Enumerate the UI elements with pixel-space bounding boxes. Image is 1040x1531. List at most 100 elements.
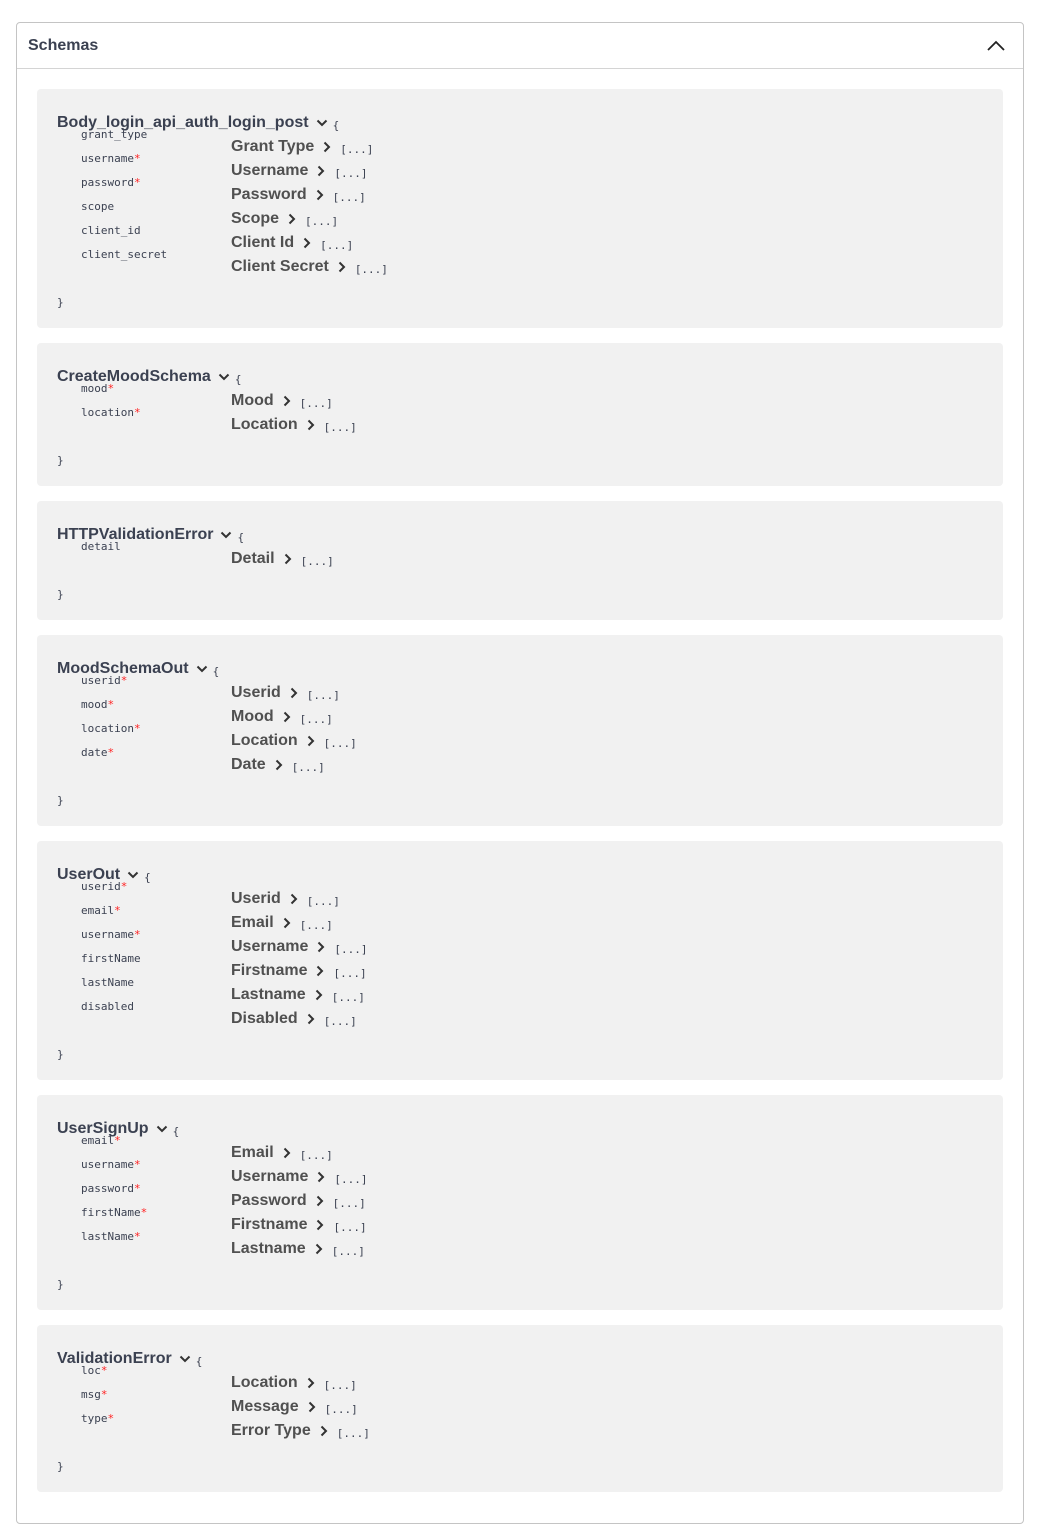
model-block: Body_login_api_auth_login_post{grant_typ… <box>37 89 1003 328</box>
expand-property-button[interactable] <box>304 418 318 432</box>
property-ellipsis[interactable]: [...] <box>324 421 357 434</box>
property-ellipsis[interactable]: [...] <box>307 895 340 908</box>
expand-property-button[interactable] <box>314 1170 328 1184</box>
expand-property-button[interactable] <box>287 686 301 700</box>
property-key-label: email <box>81 904 115 917</box>
property-ellipsis[interactable]: [...] <box>305 215 338 228</box>
expand-property-button[interactable] <box>287 892 301 906</box>
property-ellipsis[interactable]: [...] <box>333 1197 366 1210</box>
property-ellipsis[interactable]: [...] <box>355 263 388 276</box>
property-value: Location [...] <box>231 413 357 437</box>
chevron-right-icon <box>307 735 315 747</box>
models-list: Body_login_api_auth_login_post{grant_typ… <box>17 69 1023 1492</box>
expand-property-button[interactable] <box>280 1146 294 1160</box>
expand-property-button[interactable] <box>313 1194 327 1208</box>
expand-property-button[interactable] <box>320 140 334 154</box>
property-ellipsis[interactable]: [...] <box>320 239 353 252</box>
required-marker: * <box>133 176 141 189</box>
property-key-label: date <box>81 746 108 759</box>
property-ellipsis[interactable]: [...] <box>301 555 334 568</box>
close-brace: } <box>57 794 64 807</box>
property-ellipsis[interactable]: [...] <box>292 761 325 774</box>
expand-property-button[interactable] <box>313 188 327 202</box>
property-ellipsis[interactable]: [...] <box>325 1403 358 1416</box>
model-block: MoodSchemaOut{userid* Userid [...] mood* Moo… <box>37 635 1003 826</box>
expand-property-button[interactable] <box>312 988 326 1002</box>
property-key-label: scope <box>81 200 115 213</box>
property-ellipsis[interactable]: [...] <box>337 1427 370 1440</box>
property-ellipsis[interactable]: [...] <box>333 1221 366 1234</box>
chevron-down-icon <box>156 1125 167 1133</box>
property-ellipsis[interactable]: [...] <box>334 167 367 180</box>
property-key-label: mood <box>81 382 108 395</box>
property-value: Location [...] <box>231 1371 357 1395</box>
expand-property-button[interactable] <box>280 394 294 408</box>
property-list: loc* Location [...] msg* Message [...] type* Er… <box>57 1365 983 1443</box>
expand-property-button[interactable] <box>300 236 314 250</box>
property-ellipsis[interactable]: [...] <box>300 1149 333 1162</box>
property-ellipsis[interactable]: [...] <box>300 397 333 410</box>
property-ellipsis[interactable]: [...] <box>340 143 373 156</box>
property-title: Mood <box>231 392 274 409</box>
chevron-right-icon <box>317 1219 324 1231</box>
expand-property-button[interactable] <box>281 552 295 566</box>
property-title: Grant Type <box>231 138 315 155</box>
property-title: Email <box>231 1144 274 1161</box>
expand-property-button[interactable] <box>305 1400 319 1414</box>
property-key: lastName* <box>81 1231 231 1261</box>
required-marker: * <box>100 1388 108 1401</box>
property-key-label: username <box>81 152 134 165</box>
property-row: location* Location [...] <box>57 407 983 437</box>
expand-property-button[interactable] <box>272 758 286 772</box>
required-marker: * <box>114 904 121 917</box>
property-title: Disabled <box>231 1010 298 1027</box>
property-value: Mood [...] <box>231 705 333 729</box>
property-title: Username <box>231 938 309 955</box>
expand-property-button[interactable] <box>313 1218 327 1232</box>
property-ellipsis[interactable]: [...] <box>333 967 366 980</box>
property-key-label: userid <box>81 880 121 893</box>
property-ellipsis[interactable]: [...] <box>307 689 340 702</box>
close-brace: } <box>57 1048 64 1061</box>
property-ellipsis[interactable]: [...] <box>334 1173 367 1186</box>
chevron-right-icon <box>290 893 298 905</box>
property-ellipsis[interactable]: [...] <box>300 919 333 932</box>
required-marker: * <box>114 1134 121 1147</box>
expand-property-button[interactable] <box>335 260 349 274</box>
expand-property-button[interactable] <box>304 1376 318 1390</box>
property-ellipsis[interactable]: [...] <box>334 943 367 956</box>
expand-property-button[interactable] <box>314 164 328 178</box>
property-key: disabled <box>81 1001 231 1031</box>
model-toggle-button[interactable] <box>314 115 330 131</box>
property-list: userid* Userid [...] mood* Mood [...] location… <box>57 675 983 777</box>
property-key: location* <box>81 407 231 437</box>
expand-property-button[interactable] <box>280 916 294 930</box>
schemas-header[interactable]: Schemas <box>17 23 1023 69</box>
property-ellipsis[interactable]: [...] <box>324 1015 357 1028</box>
property-ellipsis[interactable]: [...] <box>324 737 357 750</box>
expand-property-button[interactable] <box>313 964 327 978</box>
chevron-right-icon <box>288 213 296 225</box>
property-row: disabled Disabled [...] <box>57 1001 983 1031</box>
expand-property-button[interactable] <box>304 1012 318 1026</box>
chevron-right-icon <box>284 553 291 565</box>
expand-property-button[interactable] <box>312 1242 326 1256</box>
property-ellipsis[interactable]: [...] <box>324 1379 357 1392</box>
property-title: Lastname <box>231 986 306 1003</box>
chevron-right-icon <box>324 141 331 153</box>
property-key-label: grant_type <box>81 128 148 141</box>
expand-property-button[interactable] <box>314 940 328 954</box>
property-value: Lastname [...] <box>231 983 365 1007</box>
chevron-right-icon <box>275 759 283 771</box>
required-marker: * <box>120 674 128 687</box>
expand-property-button[interactable] <box>317 1424 331 1438</box>
property-ellipsis[interactable]: [...] <box>333 191 366 204</box>
chevron-right-icon <box>318 1171 325 1183</box>
expand-property-button[interactable] <box>280 710 294 724</box>
expand-property-button[interactable] <box>285 212 299 226</box>
property-ellipsis[interactable]: [...] <box>332 1245 365 1258</box>
collapse-button[interactable] <box>984 34 1008 58</box>
property-ellipsis[interactable]: [...] <box>300 713 333 726</box>
property-ellipsis[interactable]: [...] <box>332 991 365 1004</box>
expand-property-button[interactable] <box>304 734 318 748</box>
